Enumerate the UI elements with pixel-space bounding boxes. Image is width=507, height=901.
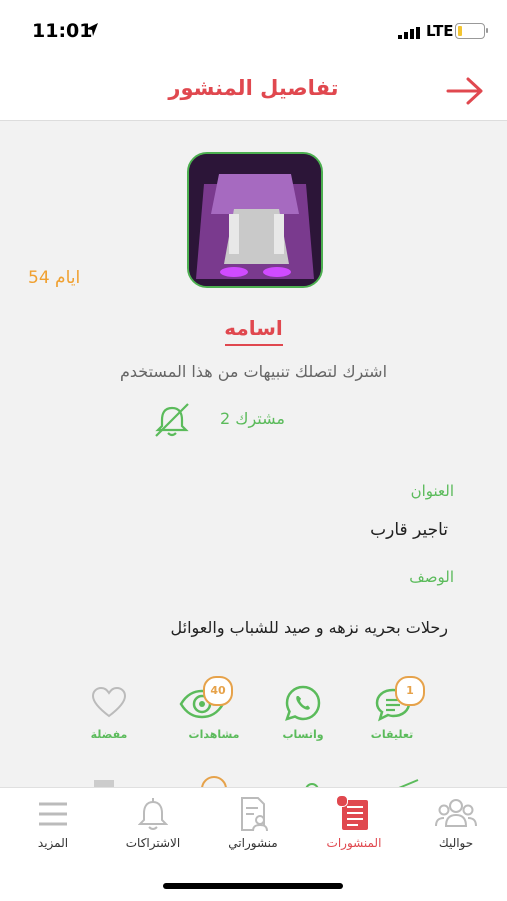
comments-button[interactable]: 1 تعليقات (347, 676, 437, 752)
bell-off-icon[interactable] (152, 402, 192, 438)
tab-subscriptions-label: الاشتراكات (125, 836, 181, 850)
whatsapp-icon (285, 685, 321, 721)
address-value: تاجير قارب (370, 520, 448, 540)
favorite-label: مفضلة (90, 728, 128, 741)
my-posts-icon (241, 797, 268, 832)
subscribe-hint: اشترك لتصلك تنبيهات من هذا المستخدم (119, 362, 388, 381)
subscriber-count: 2 مشترك (220, 409, 285, 428)
post-image[interactable] (187, 152, 323, 288)
whatsapp-label: واتساب (282, 728, 324, 741)
username-underline (225, 344, 283, 346)
tab-posts-label: المنشورات (326, 836, 382, 850)
tab-more[interactable]: المزيد (8, 792, 98, 862)
menu-icon (39, 802, 67, 826)
comments-label: تعليقات (370, 728, 414, 741)
whatsapp-button[interactable]: واتساب (258, 676, 348, 752)
views-label: مشاهدات (188, 728, 240, 741)
home-indicator (163, 883, 343, 889)
views-button[interactable]: 40 مشاهدات (169, 676, 259, 752)
signal-icon (398, 27, 420, 39)
tab-my-posts[interactable]: منشوراتي (208, 792, 298, 862)
tab-posts[interactable]: المنشورات (309, 792, 399, 862)
people-icon (435, 799, 477, 827)
battery-cap (486, 28, 488, 33)
page-title: تفاصيل المنشور (168, 76, 339, 100)
boat-photo (189, 154, 321, 286)
username-link[interactable]: اسامه (0, 316, 507, 340)
description-value: رحلات بحريه نزهه و صيد للشباب والعوائل (170, 618, 448, 637)
tab-my-posts-label: منشوراتي (228, 836, 278, 850)
bell-icon (138, 798, 168, 830)
tab-subscriptions[interactable]: الاشتراكات (108, 792, 198, 862)
network-type: LTE (426, 22, 454, 40)
status-time: 11:01 (32, 20, 93, 42)
tab-more-label: المزيد (37, 836, 69, 850)
post-age: 54 ايام (28, 268, 81, 288)
tab-nearby-label: حواليك (438, 836, 474, 850)
comments-count-badge: 1 (395, 676, 425, 706)
address-label: العنوان (410, 482, 454, 500)
favorite-button[interactable]: مفضلة (64, 676, 154, 752)
notification-dot (336, 795, 348, 807)
battery-icon (455, 23, 485, 39)
tab-nearby[interactable]: حواليك (411, 792, 501, 862)
location-arrow-icon (86, 23, 98, 36)
back-arrow-icon[interactable] (446, 76, 484, 106)
heart-icon (91, 686, 127, 718)
views-count-badge: 40 (203, 676, 233, 706)
description-label: الوصف (409, 568, 454, 586)
